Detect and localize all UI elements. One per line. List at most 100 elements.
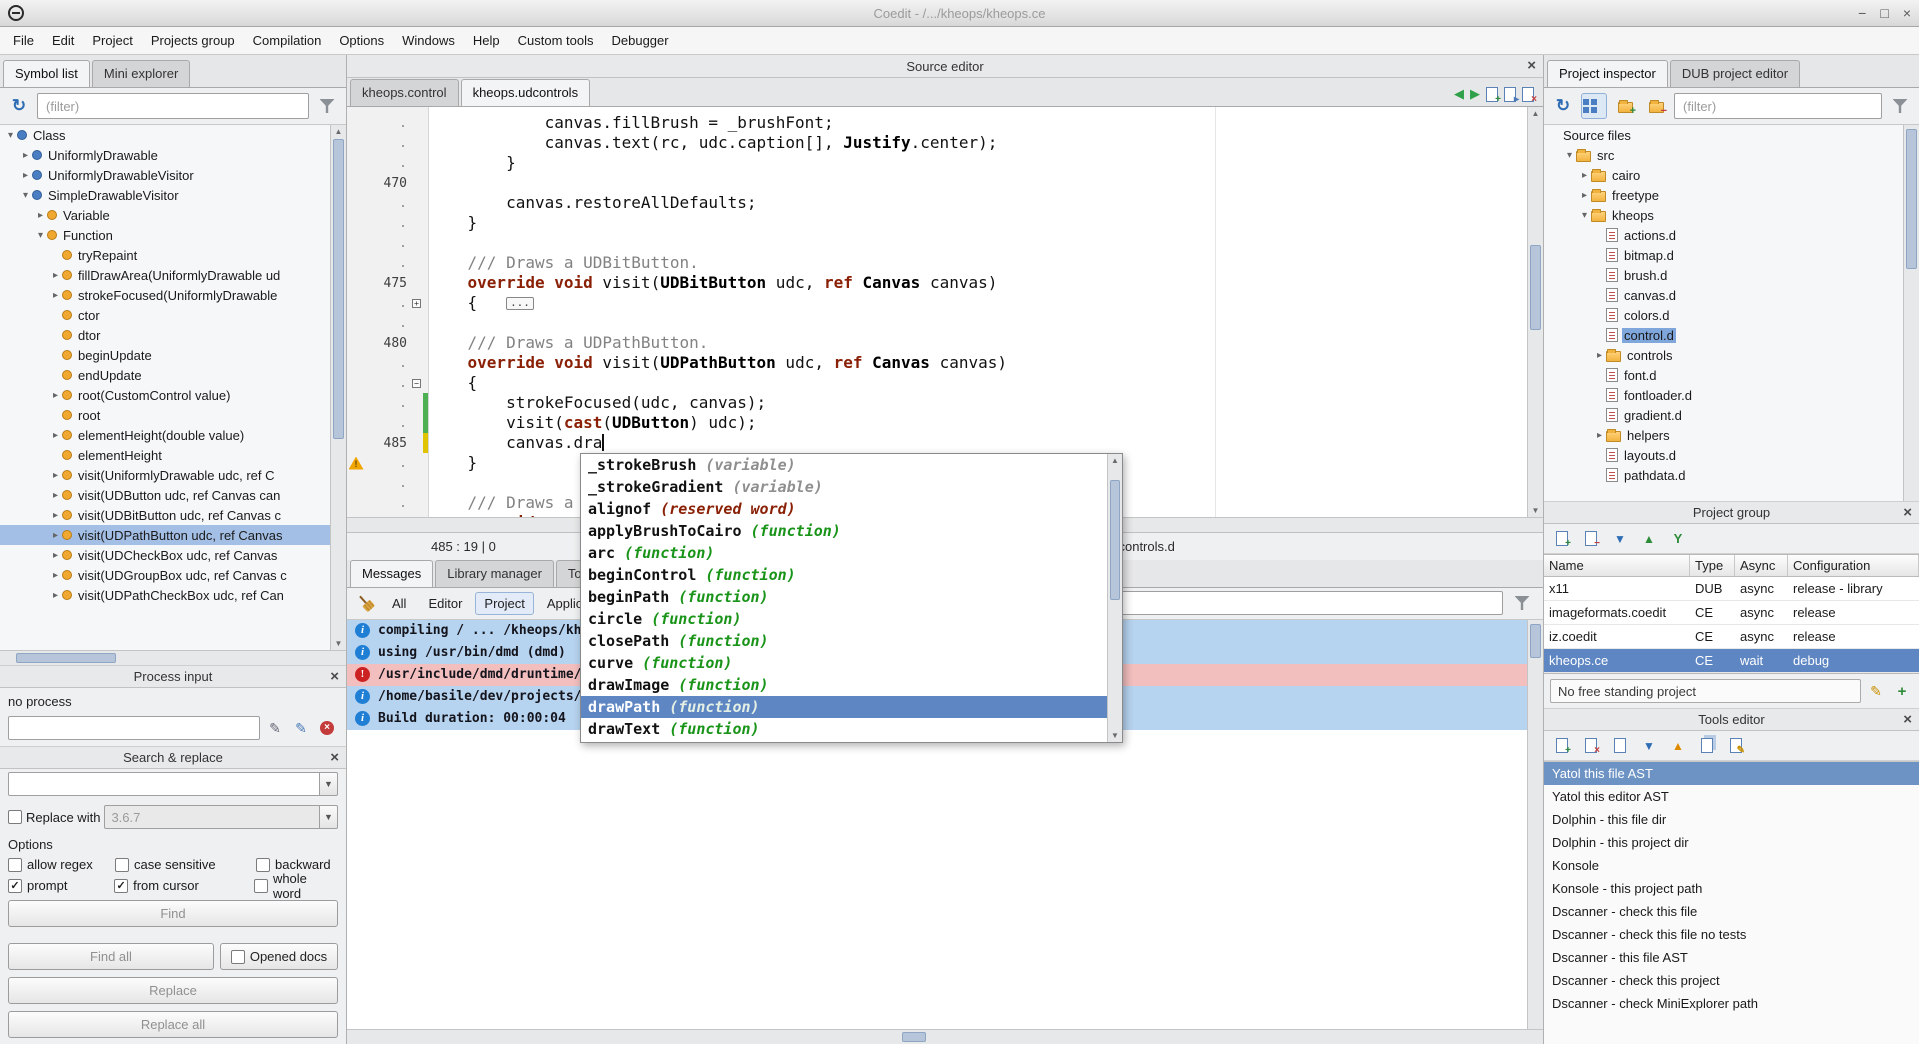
completion-item[interactable]: applyBrushToCairo(function) — [581, 520, 1107, 542]
menu-edit[interactable]: Edit — [43, 29, 83, 52]
tool-item[interactable]: Dolphin - this file dir — [1544, 808, 1919, 831]
remove-project-button[interactable]: − — [1579, 526, 1603, 552]
scrollbar-thumb[interactable] — [16, 653, 116, 663]
remove-folder-button[interactable]: − — [1643, 93, 1669, 119]
option-allow-regex[interactable]: allow regex — [8, 857, 115, 872]
doc-tab-kheops-udcontrols[interactable]: kheops.udcontrols — [461, 79, 591, 106]
symbol-tree-item[interactable]: ▾SimpleDrawableVisitor — [0, 185, 346, 205]
code-line[interactable]: canvas.restoreAllDefaults; — [429, 193, 1527, 213]
code-line[interactable]: /// Draws a UDPathButton. — [429, 333, 1527, 353]
symbol-tree-item[interactable]: ▸UniformlyDrawableVisitor — [0, 165, 346, 185]
file-tree-item[interactable]: canvas.d — [1544, 285, 1919, 305]
file-tree-item[interactable]: actions.d — [1544, 225, 1919, 245]
gutter-row[interactable]: . — [347, 473, 428, 493]
fold-marker-icon[interactable]: + — [412, 299, 421, 308]
gutter-row[interactable]: . — [347, 353, 428, 373]
clone-tool-button[interactable] — [1695, 733, 1719, 759]
gutter-row[interactable]: . — [347, 493, 428, 513]
message-filter-options-button[interactable] — [1509, 590, 1535, 616]
column-header-type[interactable]: Type — [1690, 555, 1735, 576]
symbol-tree-item[interactable]: ▸fillDrawArea(UniformlyDrawable ud — [0, 265, 346, 285]
close-icon[interactable]: × — [1903, 711, 1912, 728]
doc-tab-kheops-control[interactable]: kheops.control — [350, 79, 459, 106]
project-filter-options-button[interactable] — [1887, 93, 1913, 119]
tool-item[interactable]: Dscanner - check MiniExplorer path — [1544, 992, 1919, 1015]
file-tree-item[interactable]: font.d — [1544, 365, 1919, 385]
column-header-configuration[interactable]: Configuration — [1788, 555, 1919, 576]
code-line[interactable]: visit(cast(UDButton) udc); — [429, 413, 1527, 433]
menu-project[interactable]: Project — [83, 29, 141, 52]
gutter-row[interactable]: . — [347, 413, 428, 433]
tool-item[interactable]: Yatol this editor AST — [1544, 785, 1919, 808]
filter-editor[interactable]: Editor — [419, 592, 471, 615]
completion-item[interactable]: circle(function) — [581, 608, 1107, 630]
scrollbar-thumb[interactable] — [902, 1032, 926, 1042]
add-folder-button[interactable]: + — [1612, 93, 1638, 119]
file-tree-item[interactable]: Source files — [1544, 125, 1919, 145]
gutter-row[interactable]: .+ — [347, 293, 428, 313]
file-tree-item[interactable]: brush.d — [1544, 265, 1919, 285]
column-header-async[interactable]: Async — [1735, 555, 1788, 576]
gutter-row[interactable]: !. — [347, 453, 428, 473]
gutter-row[interactable]: . — [347, 393, 428, 413]
symbol-tree-item[interactable]: ▸root(CustomControl value) — [0, 385, 346, 405]
tree-structure-toggle[interactable] — [1581, 93, 1607, 119]
code-line[interactable]: canvas.text(rc, udc.caption[], Justify.c… — [429, 133, 1527, 153]
option-prompt[interactable]: ✓prompt — [8, 878, 114, 893]
file-tree-item[interactable]: ▸cairo — [1544, 165, 1919, 185]
menu-help[interactable]: Help — [464, 29, 509, 52]
gutter-row[interactable]: . — [347, 133, 428, 153]
symbol-tree-item[interactable]: root — [0, 405, 346, 425]
refresh-symbols-button[interactable]: ↻ — [6, 93, 32, 119]
move-project-up-button[interactable]: ▲ — [1637, 526, 1661, 552]
completion-item[interactable]: _strokeBrush(variable) — [581, 454, 1107, 476]
tool-item[interactable]: Dscanner - check this file no tests — [1544, 923, 1919, 946]
code-line[interactable] — [429, 233, 1527, 253]
symbol-tree-item[interactable]: ▾Class — [0, 125, 346, 145]
completion-item[interactable]: drawText(function) — [581, 718, 1107, 740]
fold-marker-icon[interactable]: − — [412, 379, 421, 388]
replace-with-checkbox[interactable] — [8, 810, 22, 824]
gutter-row[interactable]: . — [347, 193, 428, 213]
gutter-row[interactable]: . — [347, 313, 428, 333]
project-filter-input[interactable] — [1674, 93, 1882, 119]
symbol-tree-vscrollbar[interactable]: ▲ ▼ — [330, 125, 346, 650]
completion-item[interactable]: beginControl(function) — [581, 564, 1107, 586]
filter-all[interactable]: All — [383, 592, 415, 615]
code-line[interactable]: canvas.fillBrush = _brushFont; — [429, 113, 1527, 133]
code-line[interactable]: { — [429, 373, 1527, 393]
symbol-tree-item[interactable]: ▸visit(UDCheckBox udc, ref Canvas — [0, 545, 346, 565]
tool-item[interactable]: Dscanner - check this file — [1544, 900, 1919, 923]
symbol-tree-item[interactable]: ctor — [0, 305, 346, 325]
menu-compilation[interactable]: Compilation — [244, 29, 331, 52]
scrollbar-thumb[interactable] — [333, 139, 344, 439]
send-raw-button[interactable]: ✎ — [290, 717, 312, 739]
edit-free-standing-button[interactable]: ✎ — [1865, 680, 1887, 702]
completion-item[interactable]: closePath(function) — [581, 630, 1107, 652]
scrollbar-thumb[interactable] — [1110, 480, 1120, 600]
symbol-tree-item[interactable]: ▸Variable — [0, 205, 346, 225]
file-tree-item[interactable]: pathdata.d — [1544, 465, 1919, 485]
symbol-tree-item[interactable]: endUpdate — [0, 365, 346, 385]
gutter-row[interactable]: .− — [347, 373, 428, 393]
filter-project[interactable]: Project — [475, 592, 533, 615]
messages-hscrollbar[interactable] — [347, 1029, 1543, 1044]
code-line[interactable]: override void visit(UDPathButton udc, re… — [429, 353, 1527, 373]
code-editor[interactable]: ...470....475.+.480..−..485!....490−....… — [347, 107, 1543, 517]
tool-item[interactable]: Konsole - this project path — [1544, 877, 1919, 900]
opened-docs-toggle[interactable]: Opened docs — [220, 943, 338, 970]
menu-windows[interactable]: Windows — [393, 29, 464, 52]
replace-input[interactable] — [104, 805, 320, 829]
find-all-button[interactable]: Find all — [8, 943, 214, 970]
tab-messages[interactable]: Messages — [350, 560, 433, 587]
symbol-tree-item[interactable]: dtor — [0, 325, 346, 345]
symbol-tree-item[interactable]: ▸visit(UDButton udc, ref Canvas can — [0, 485, 346, 505]
code-line[interactable]: /// Draws a UDBitButton. — [429, 253, 1527, 273]
completion-item[interactable]: beginPath(function) — [581, 586, 1107, 608]
gutter-row[interactable]: . — [347, 113, 428, 133]
symbol-tree-item[interactable]: ▸visit(UDPathCheckBox udc, ref Can — [0, 585, 346, 605]
process-input-field[interactable] — [8, 716, 260, 740]
menu-file[interactable]: File — [4, 29, 43, 52]
close-icon[interactable]: × — [330, 668, 339, 685]
close-icon[interactable]: × — [1527, 57, 1536, 74]
